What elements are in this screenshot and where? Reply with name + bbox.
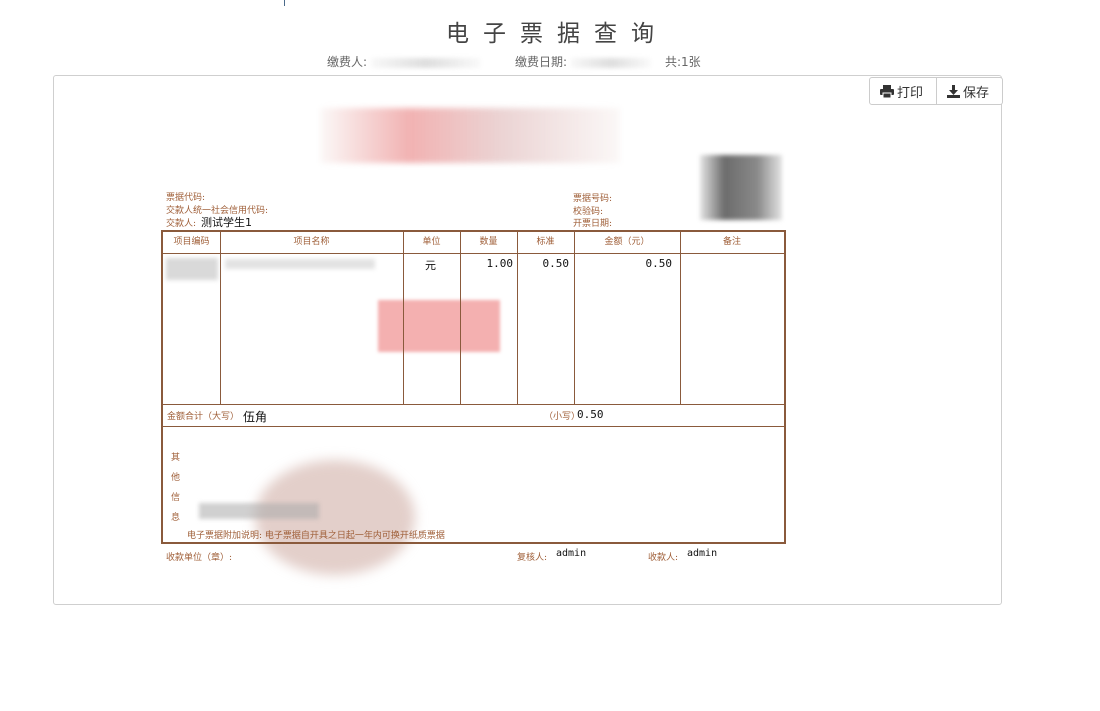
other-info-char: 他 — [171, 473, 181, 483]
row-standard: 0.50 — [542, 257, 570, 270]
payer-meta: 缴费人: — [327, 53, 481, 70]
invoice-table: 项目编码 项目名称 单位 数量 标准 金额（元） 备注 元 1.00 0.50 … — [161, 230, 786, 544]
column-header: 金额（元） — [604, 237, 650, 247]
reviewer-name: admin — [556, 548, 587, 559]
payer-redacted — [370, 57, 481, 68]
total-upper-value: 伍角 — [243, 410, 268, 424]
save-button[interactable]: 保存 — [937, 77, 1003, 105]
save-label: 保存 — [963, 85, 990, 101]
column-header: 单位 — [422, 237, 441, 247]
collector-label: 收款人: — [648, 553, 679, 563]
row-quantity: 1.00 — [486, 257, 514, 270]
column-header: 项目名称 — [293, 237, 330, 247]
other-info-char: 息 — [171, 513, 181, 523]
date-redacted — [570, 57, 651, 68]
item-code-redacted — [166, 258, 218, 280]
invoice-number-label: 票据号码: — [573, 194, 613, 204]
total-lower-value: 0.50 — [577, 408, 604, 421]
column-header: 标准 — [536, 237, 555, 247]
other-info-char: 信 — [171, 493, 181, 503]
other-info-redacted — [199, 503, 319, 519]
print-button[interactable]: 打印 — [869, 77, 937, 105]
row-unit: 元 — [425, 259, 436, 272]
total-lower-label: （小写） — [544, 412, 581, 422]
page-title: 电子票据查询 — [446, 21, 668, 47]
other-info-char: 其 — [171, 453, 181, 463]
invoice-note: 电子票据附加说明: 电子票据自开具之日起一年内可换开纸质票据 — [187, 531, 445, 541]
column-header: 备注 — [722, 237, 741, 247]
issue-date-label: 开票日期: — [573, 219, 613, 229]
total-count: 共:1张 — [665, 55, 701, 69]
row-amount: 0.50 — [645, 257, 673, 270]
reviewer-label: 复核人: — [517, 553, 548, 563]
date-meta: 缴费日期: — [515, 53, 651, 70]
invoice-header-redacted — [320, 108, 620, 163]
receiver-unit-label: 收款单位（章）: — [166, 553, 233, 563]
download-icon — [947, 84, 960, 98]
date-label: 缴费日期: — [515, 55, 568, 69]
column-header: 项目编码 — [173, 237, 210, 247]
total-upper-label: 金额合计（大写） — [167, 412, 240, 422]
column-header: 数量 — [479, 237, 498, 247]
top-divider-tick — [284, 0, 285, 6]
payer-label: 缴费人: — [327, 55, 368, 69]
invoice-payer-label: 交款人: — [166, 219, 197, 229]
toolbar: 打印 保存 — [869, 77, 1003, 105]
printer-icon — [880, 84, 894, 98]
print-label: 打印 — [897, 85, 924, 101]
invoice-code-label: 票据代码: — [166, 193, 206, 203]
collector-name: admin — [687, 548, 718, 559]
invoice-payer-name: 测试学生1 — [201, 216, 252, 229]
item-name-redacted — [225, 259, 375, 269]
qr-code-redacted — [700, 155, 782, 220]
